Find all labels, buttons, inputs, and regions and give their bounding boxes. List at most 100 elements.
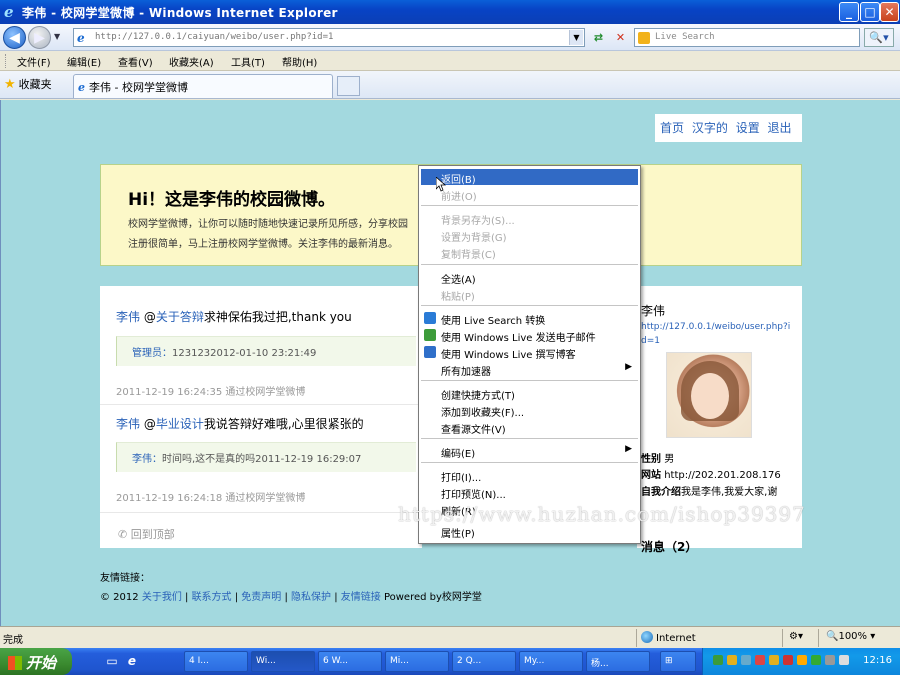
ctx-save-background[interactable]: 背景另存为(S)... xyxy=(421,210,638,227)
post-divider xyxy=(100,404,422,405)
ctx-back[interactable]: 返回(B) xyxy=(421,169,638,186)
tray-icon[interactable] xyxy=(769,655,779,665)
tab-current[interactable]: e 李伟 - 校网学堂微博 xyxy=(73,74,333,98)
new-tab-button[interactable] xyxy=(337,76,360,96)
ctx-encoding[interactable]: 编码(E) ▶ xyxy=(421,443,638,460)
menu-help[interactable]: 帮助(H) xyxy=(282,54,317,69)
footer-link-privacy[interactable]: 隐私保护 xyxy=(291,592,331,603)
nav-settings[interactable]: 设置 xyxy=(736,121,760,135)
minimize-button[interactable]: _ xyxy=(839,2,859,22)
ctx-copy-background[interactable]: 复制背景(C) xyxy=(421,244,638,261)
ctx-select-all[interactable]: 全选(A) xyxy=(421,269,638,286)
address-url[interactable]: http://127.0.0.1/caiyuan/weibo/user.php?… xyxy=(95,32,333,42)
history-dropdown-icon[interactable]: ▼ xyxy=(54,32,60,41)
submenu-arrow-icon: ▶ xyxy=(625,444,632,454)
tray-icon[interactable] xyxy=(811,655,821,665)
footer-link-about[interactable]: 关于我们 xyxy=(142,592,182,603)
taskbar-item[interactable]: Mi... xyxy=(385,651,449,672)
live-search-icon xyxy=(424,312,436,324)
ctx-create-shortcut[interactable]: 创建快捷方式(T) xyxy=(421,385,638,402)
ctx-live-mail[interactable]: 使用 Windows Live 发送电子邮件 xyxy=(421,327,638,344)
post-reply: 管理员：1231232012-01-10 23:21:49 xyxy=(116,336,416,366)
ctx-live-search[interactable]: 使用 Live Search 转换 xyxy=(421,310,638,327)
status-bar: 完成 Internet ⚙▾ 🔍100% ▾ xyxy=(0,626,900,648)
tray-icon[interactable] xyxy=(755,655,765,665)
address-bar[interactable]: e http://127.0.0.1/caiyuan/weibo/user.ph… xyxy=(73,28,585,47)
ctx-add-favorite[interactable]: 添加到收藏夹(F)... xyxy=(421,402,638,419)
protected-mode-icon[interactable]: ⚙▾ xyxy=(789,631,803,642)
profile-gender: 性别 男 xyxy=(641,450,674,465)
back-button[interactable]: ◀ xyxy=(3,26,26,49)
nav-profile[interactable]: 汉字的 xyxy=(692,121,728,135)
folder-icon[interactable]: ▭ xyxy=(104,654,120,670)
menu-tools[interactable]: 工具(T) xyxy=(231,54,265,69)
zone-label: Internet xyxy=(656,633,696,644)
stop-icon[interactable]: ✕ xyxy=(611,29,630,46)
menu-view[interactable]: 查看(V) xyxy=(118,54,153,69)
window-title: 李伟 - 校网学堂微博 - Windows Internet Explorer xyxy=(22,6,338,20)
submenu-arrow-icon: ▶ xyxy=(625,362,632,372)
favorites-button[interactable]: ★ 收藏夹 xyxy=(4,76,52,92)
zoom-level: 100% xyxy=(838,631,868,642)
clock[interactable]: 12:16 xyxy=(863,655,892,666)
menu-favorites[interactable]: 收藏夹(A) xyxy=(169,54,214,69)
forward-button[interactable]: ▶ xyxy=(28,26,51,49)
taskbar-item[interactable]: 4 I... xyxy=(184,651,248,672)
back-to-top-link[interactable]: ✆ 回到顶部 xyxy=(118,526,175,542)
tray-icon[interactable] xyxy=(825,655,835,665)
ctx-print[interactable]: 打印(I)... xyxy=(421,467,638,484)
tray-icon[interactable] xyxy=(727,655,737,665)
ctx-print-preview[interactable]: 打印预览(N)... xyxy=(421,484,638,501)
footer-link-disclaimer[interactable]: 免责声明 xyxy=(241,592,281,603)
taskbar-item[interactable]: 2 Q... xyxy=(452,651,516,672)
ctx-view-source[interactable]: 查看源文件(V) xyxy=(421,419,638,436)
ctx-paste[interactable]: 粘贴(P) xyxy=(421,286,638,303)
tray-icon[interactable] xyxy=(713,655,723,665)
search-input[interactable]: Live Search xyxy=(634,28,860,47)
post-mention[interactable]: 关于答辩 xyxy=(156,310,204,324)
close-button[interactable]: ✕ xyxy=(880,2,899,22)
maximize-button[interactable]: □ xyxy=(860,2,880,22)
site-value[interactable]: http://202.201.208.176 xyxy=(664,470,781,481)
taskbar-show-desktop[interactable]: ⊞ xyxy=(660,651,696,672)
taskbar-item[interactable]: 杨... xyxy=(586,651,650,672)
profile-link[interactable]: http://127.0.0.1/weibo/user.php?id=1 xyxy=(641,320,791,348)
mouse-cursor-icon xyxy=(436,177,446,192)
tray-icon[interactable] xyxy=(839,655,849,665)
taskbar-item[interactable]: 6 W... xyxy=(318,651,382,672)
post-author[interactable]: 李伟 xyxy=(116,310,140,324)
tray-icon[interactable] xyxy=(783,655,793,665)
post-feed: 李伟 @关于答辩求神保佑我过把,thank you 管理员：1231232012… xyxy=(100,286,422,548)
ctx-all-accelerators[interactable]: 所有加速器 ▶ xyxy=(421,361,638,378)
security-zone[interactable]: Internet xyxy=(641,631,696,644)
taskbar-item[interactable]: My... xyxy=(519,651,583,672)
footer-link-contact[interactable]: 联系方式 xyxy=(192,592,232,603)
tray-icon[interactable] xyxy=(797,655,807,665)
menu-edit[interactable]: 编辑(E) xyxy=(67,54,101,69)
tray-icon[interactable] xyxy=(741,655,751,665)
nav-logout[interactable]: 退出 xyxy=(768,121,792,135)
taskbar-item[interactable]: Wi... xyxy=(251,651,315,672)
toolbar-grip[interactable] xyxy=(5,54,8,68)
gender-label: 性别 xyxy=(641,454,661,465)
start-button[interactable]: 开始 xyxy=(0,648,72,675)
ctx-live-blog[interactable]: 使用 Windows Live 撰写博客 xyxy=(421,344,638,361)
zoom-control[interactable]: 🔍100% ▾ xyxy=(826,631,875,642)
avatar-face xyxy=(691,373,729,419)
refresh-icon[interactable]: ⇄ xyxy=(589,29,608,46)
post-mention[interactable]: 毕业设计 xyxy=(156,417,204,431)
reply-author[interactable]: 李伟： xyxy=(132,454,162,465)
nav-home[interactable]: 首页 xyxy=(660,121,684,135)
ctx-forward[interactable]: 前进(O) xyxy=(421,186,638,203)
post-text: 求神保佑我过把,thank you xyxy=(203,310,352,324)
footer-link-friends[interactable]: 友情链接 xyxy=(341,592,381,603)
search-button[interactable]: 🔍▾ xyxy=(864,28,894,47)
ie-quicklaunch-icon[interactable]: e xyxy=(124,654,140,670)
messages-heading[interactable]: 消息（2） xyxy=(641,538,697,555)
menu-file[interactable]: 文件(F) xyxy=(17,54,51,69)
address-dropdown-icon[interactable]: ▼ xyxy=(569,30,583,45)
blog-icon xyxy=(424,346,436,358)
reply-author[interactable]: 管理员： xyxy=(132,348,172,359)
post-author[interactable]: 李伟 xyxy=(116,417,140,431)
ctx-set-background[interactable]: 设置为背景(G) xyxy=(421,227,638,244)
